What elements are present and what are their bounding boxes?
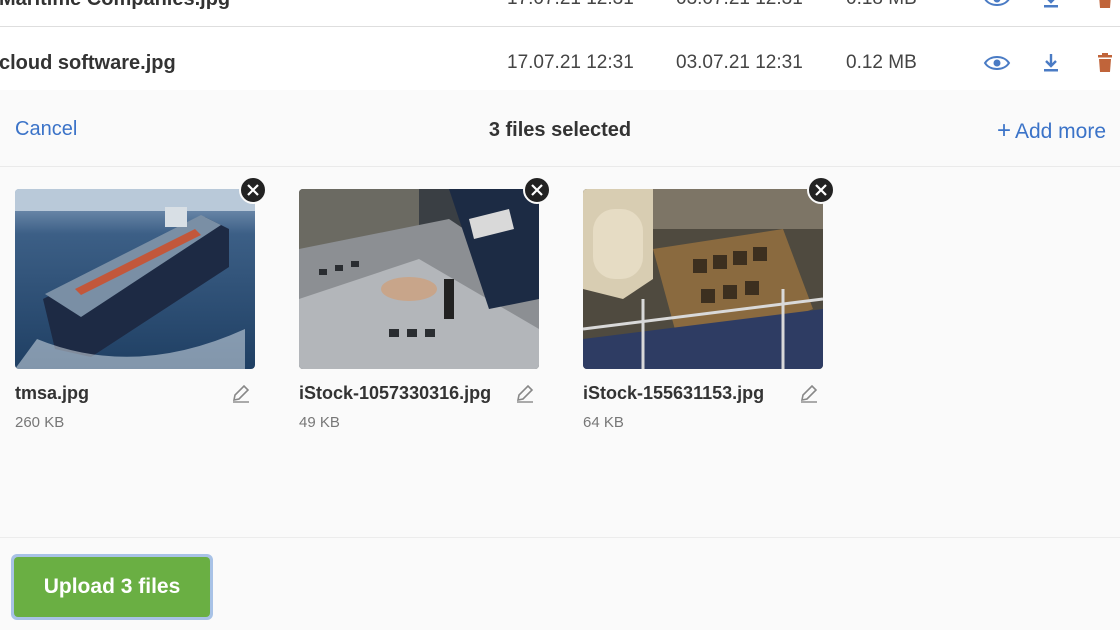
download-icon[interactable]	[1037, 50, 1065, 76]
download-icon[interactable]	[1037, 0, 1065, 12]
dashboard-header: Cancel 3 files selected + Add more	[0, 90, 1120, 167]
upload-button-focus-ring: Upload 3 files	[11, 554, 213, 620]
thumbnail-image	[15, 189, 255, 369]
file-name[interactable]: cloud software.jpg	[0, 52, 176, 75]
file-size: 0.18 MB	[846, 0, 917, 10]
upload-dashboard: Cancel 3 files selected + Add more tmsa.j…	[0, 90, 1120, 630]
file-preview-name: tmsa.jpg	[15, 383, 90, 403]
file-table: Maritime Companies.jpg 17.07.21 12:31 03…	[0, 0, 1120, 91]
selected-count-title: 3 files selected	[488, 119, 632, 141]
file-created: 17.07.21 12:31	[507, 0, 634, 10]
file-created: 17.07.21 12:31	[507, 52, 634, 73]
file-preview-name: iStock-155631153.jpg	[583, 383, 765, 403]
file-preview-size: 64 KB	[583, 414, 624, 431]
upload-button[interactable]: Upload 3 files	[14, 557, 210, 617]
close-icon	[815, 184, 827, 196]
pencil-icon[interactable]	[799, 383, 819, 403]
add-more-button[interactable]: + Add more	[997, 117, 1106, 145]
eye-icon[interactable]	[983, 50, 1011, 76]
trash-icon[interactable]	[1091, 0, 1119, 12]
trash-icon[interactable]	[1091, 50, 1119, 76]
pencil-icon[interactable]	[231, 383, 251, 403]
footer-divider	[0, 537, 1120, 538]
remove-file-button[interactable]	[239, 176, 267, 204]
file-size: 0.12 MB	[846, 52, 917, 73]
file-name[interactable]: Maritime Companies.jpg	[0, 0, 230, 11]
file-modified: 03.07.21 12:31	[676, 0, 803, 10]
file-row: cloud software.jpg 17.07.21 12:31 03.07.…	[0, 36, 1120, 91]
file-preview-name: iStock-1057330316.jpg	[299, 383, 492, 403]
file-preview-size: 260 KB	[15, 414, 65, 431]
file-preview-size: 49 KB	[299, 414, 340, 431]
close-icon	[531, 184, 543, 196]
remove-file-button[interactable]	[523, 176, 551, 204]
add-more-label: Add more	[1014, 120, 1106, 143]
thumbnail-image	[583, 189, 823, 369]
file-row: Maritime Companies.jpg 17.07.21 12:31 03…	[0, 0, 1120, 27]
eye-icon[interactable]	[983, 0, 1011, 12]
close-icon	[247, 184, 259, 196]
plus-icon: +	[996, 117, 1011, 144]
pencil-icon[interactable]	[515, 383, 535, 403]
file-modified: 03.07.21 12:31	[676, 52, 803, 73]
thumbnail-image	[299, 189, 539, 369]
remove-file-button[interactable]	[807, 176, 835, 204]
